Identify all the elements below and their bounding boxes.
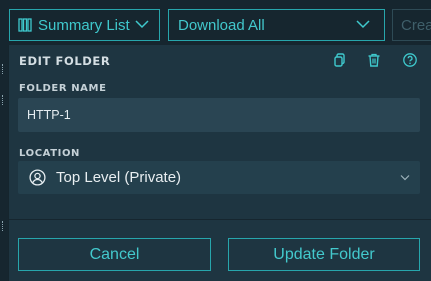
create-label: Crea: [401, 16, 431, 34]
folder-name-value: HTTP-1: [27, 108, 71, 122]
update-folder-button[interactable]: Update Folder: [228, 238, 420, 271]
location-value: Top Level (Private): [56, 169, 182, 186]
create-button[interactable]: Crea: [392, 9, 431, 41]
view-mode-label: Summary List: [38, 16, 130, 34]
chevron-down-icon: [400, 175, 410, 181]
chevron-down-icon: [356, 20, 370, 29]
user-circle-icon: [29, 169, 46, 186]
top-toolbar: Summary List Download All Crea: [0, 0, 431, 50]
chevron-down-icon: [135, 20, 149, 29]
location-select[interactable]: Top Level (Private): [18, 161, 420, 194]
trash-icon[interactable]: [366, 52, 382, 68]
download-label: Download All: [178, 16, 265, 34]
left-strip: [0, 50, 8, 281]
location-label: LOCATION: [19, 148, 81, 159]
folder-name-label: FOLDER NAME: [19, 83, 107, 94]
view-mode-dropdown[interactable]: Summary List: [9, 9, 160, 41]
edit-folder-dialog: EDIT FOLDER FOLDER NAME HTTP-1 LOCATION: [8, 45, 431, 281]
dialog-header: EDIT FOLDER: [9, 45, 431, 75]
dialog-title: EDIT FOLDER: [19, 54, 111, 68]
help-icon[interactable]: [402, 52, 418, 68]
download-dropdown[interactable]: Download All: [168, 9, 385, 41]
columns-icon: [18, 18, 32, 32]
dialog-divider: [9, 219, 431, 220]
folder-name-input[interactable]: HTTP-1: [18, 98, 420, 132]
cancel-button[interactable]: Cancel: [18, 238, 211, 271]
copy-icon[interactable]: [331, 52, 347, 68]
